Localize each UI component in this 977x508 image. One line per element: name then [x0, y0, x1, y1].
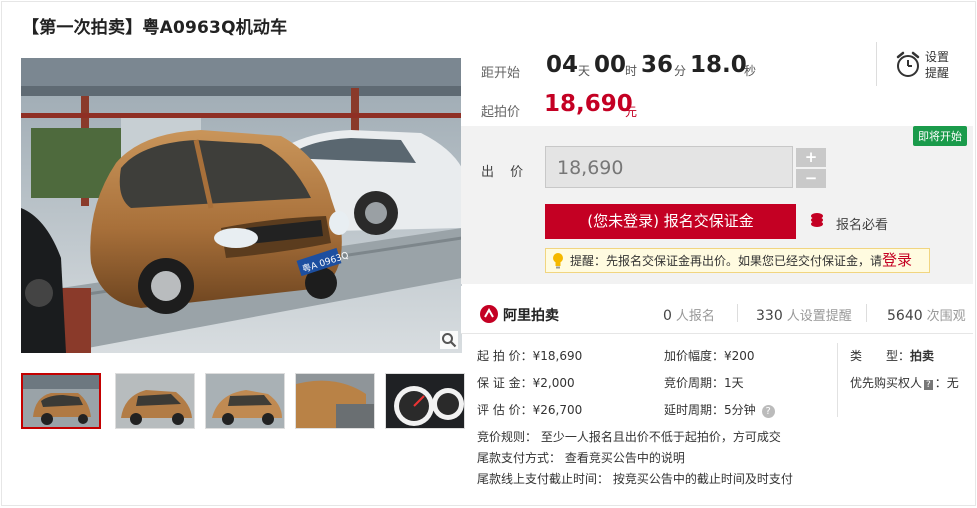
reminder-label: 设置提醒 [925, 50, 950, 80]
info-cycle: 竞价周期：1天 [664, 376, 744, 390]
set-reminder-button[interactable]: 设置提醒 [893, 49, 963, 85]
start-price-unit: 元 [625, 105, 638, 119]
countdown-hours: 00 [594, 52, 627, 78]
stat-divider [866, 304, 867, 322]
start-price-label: 起拍价 [481, 105, 521, 120]
thumbnail-1[interactable] [21, 373, 101, 429]
payment-deadline: 尾款线上支付截止时间： 按竞买公告中的截止时间及时支付 [477, 472, 793, 486]
countdown-days-unit: 天 [578, 64, 591, 78]
info-appraisal: 评 估 价：¥26,700 [477, 403, 583, 417]
tip-text: 提醒：先报名交保证金再出价。如果您已经交付保证金，请 [570, 254, 883, 268]
stat-divider [737, 304, 738, 322]
login-link[interactable]: 登录 [882, 251, 912, 269]
thumbnail-5[interactable] [385, 373, 465, 429]
zoom-icon[interactable] [440, 331, 458, 349]
signups-unit: 人报名 [675, 309, 715, 324]
bid-label: 出 价 [481, 165, 530, 180]
bid-amount-input[interactable]: 18,690 [545, 146, 793, 188]
coins-icon [811, 213, 823, 227]
thumbnail-4[interactable] [295, 373, 375, 429]
info-type-label: 类 型： [850, 349, 911, 363]
thumbnail-2[interactable] [115, 373, 195, 429]
signup-deposit-button[interactable]: (您未登录) 报名交保证金 [545, 204, 796, 239]
status-badge: 即将开始 [913, 126, 967, 146]
main-photo[interactable]: 粤A 0963Q [21, 58, 462, 353]
info-priority-label: 优先购买权人 [850, 376, 923, 390]
signup-notice-link[interactable]: 报名必看 [836, 214, 888, 233]
reminders-unit: 人设置提醒 [786, 309, 852, 324]
info-deposit: 保 证 金：¥2,000 [477, 376, 575, 390]
start-price-value: 18,690 [544, 91, 633, 117]
thumbnail-3[interactable] [205, 373, 285, 429]
bid-panel: 即将开始 出 价 18,690 + − (您未登录) 报名交保证金 报名必看 提… [461, 126, 973, 284]
brand-label: 阿里拍卖 [503, 308, 559, 324]
page-title: 【第一次拍卖】粤A0963Q机动车 [22, 18, 288, 38]
info-priority-badge[interactable]: ? [924, 380, 933, 390]
info-divider [837, 343, 838, 417]
thumbnail-strip [21, 373, 465, 429]
info-type-value: 拍卖 [910, 349, 935, 363]
views-stat: 5640 次围观 [887, 305, 966, 324]
info-priority-row: 优先购买权人? ：无 [850, 374, 959, 391]
reminders-stat: 330 人设置提醒 [756, 305, 852, 324]
countdown-hours-unit: 时 [625, 64, 638, 78]
countdown-seconds: 18.0 [690, 52, 747, 78]
stats-bar: 阿里拍卖 0 人报名 330 人设置提醒 5640 次围观 [461, 286, 973, 334]
ali-auction-logo: 阿里拍卖 [479, 304, 589, 326]
signups-stat: 0 人报名 [663, 305, 715, 324]
login-reminder-tip: 提醒：先报名交保证金再出价。如果您已经交付保证金，请登录 [545, 248, 930, 273]
info-start-price: 起 拍 价：¥18,690 [477, 349, 583, 363]
countdown-seconds-unit: 秒 [744, 64, 757, 78]
countdown-minutes: 36 [641, 52, 674, 78]
car-photo-image: 粤A 0963Q [21, 58, 462, 353]
lightbulb-icon [553, 253, 563, 269]
countdown-label: 距开始 [481, 66, 521, 81]
reminders-count: 330 [756, 308, 783, 324]
info-priority-value: ：无 [934, 376, 959, 390]
info-delay-row: 延时周期：5分钟? [664, 401, 775, 418]
views-count: 5640 [887, 308, 923, 324]
info-increment: 加价幅度：¥200 [664, 349, 755, 363]
signups-count: 0 [663, 308, 672, 324]
ali-auction-icon [480, 305, 498, 323]
countdown-minutes-unit: 分 [674, 64, 687, 78]
countdown-days: 04 [546, 52, 579, 78]
info-type-row: 类 型：拍卖 [850, 347, 934, 364]
alarm-clock-icon [896, 51, 920, 77]
payment-method: 尾款支付方式： 查看竞买公告中的说明 [477, 451, 685, 465]
increase-bid-button[interactable]: + [796, 148, 826, 167]
decrease-bid-button[interactable]: − [796, 169, 826, 188]
help-icon[interactable]: ? [761, 405, 775, 418]
bidding-rule: 竞价规则： 至少一人报名且出价不低于起拍价，方可成交 [477, 430, 781, 444]
remind-divider [876, 42, 877, 86]
info-delay: 延时周期：5分钟 [664, 403, 756, 417]
views-unit: 次围观 [926, 309, 966, 324]
